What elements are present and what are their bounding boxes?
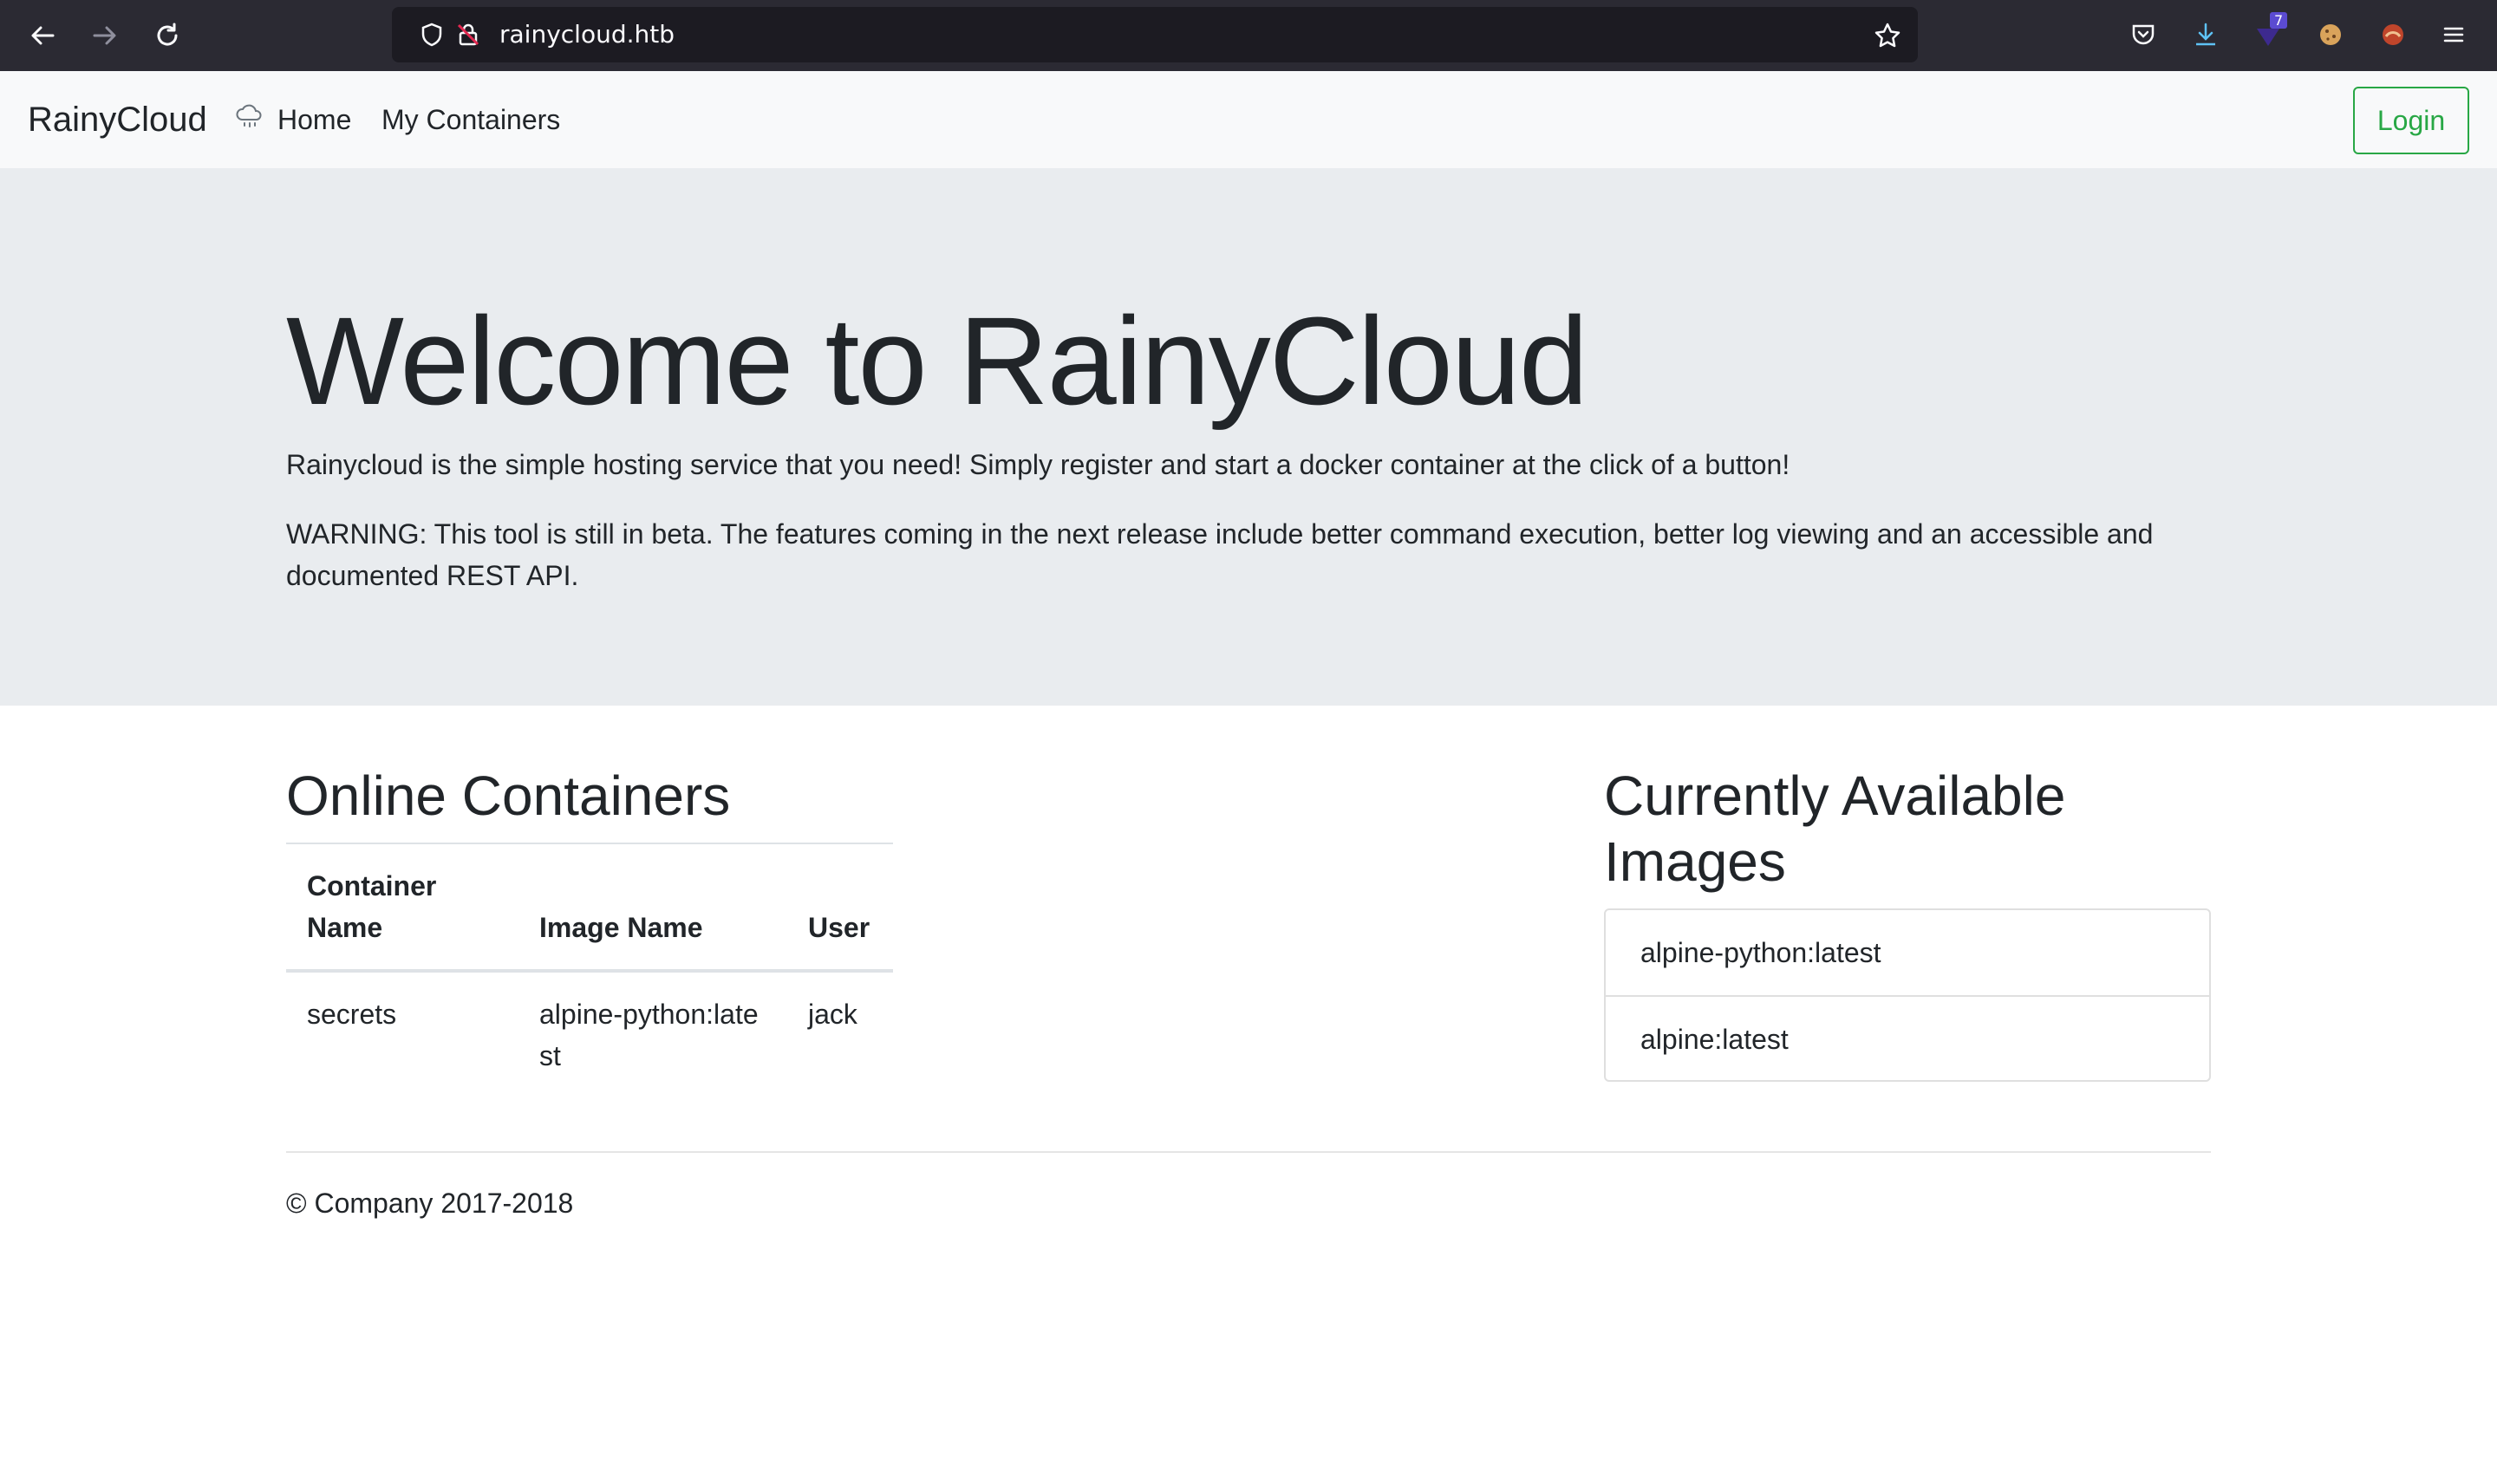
site-navbar: RainyCloud Home My Containers Login: [0, 71, 2497, 168]
cloud-icon: [234, 101, 265, 139]
online-containers-title: Online Containers: [286, 765, 731, 827]
login-button[interactable]: Login: [2353, 87, 2469, 154]
containers-table: Container Name Image Name User secrets a…: [286, 843, 893, 1097]
shield-icon[interactable]: [420, 23, 444, 47]
column-header-user: User: [787, 843, 893, 973]
pocket-icon[interactable]: [2124, 16, 2162, 54]
footer-divider: [286, 1151, 2211, 1153]
bookmark-star-icon[interactable]: [1874, 23, 1900, 48]
brand-link[interactable]: RainyCloud: [28, 71, 207, 168]
column-header-image-name: Image Name: [518, 843, 787, 973]
download-icon[interactable]: [2187, 16, 2225, 54]
nav-my-containers-link[interactable]: My Containers: [381, 71, 560, 168]
available-images-title: Currently Available Images: [1604, 765, 2066, 893]
cookie-extension-icon[interactable]: [2311, 16, 2350, 54]
table-header-row: Container Name Image Name User: [286, 843, 893, 973]
cell-user: jack: [808, 999, 857, 1030]
avatar-extension-icon[interactable]: [2374, 16, 2412, 54]
hero-warning: WARNING: This tool is still in beta. The…: [286, 518, 2154, 591]
nav-home-link[interactable]: Home: [234, 71, 351, 168]
address-bar[interactable]: rainycloud.htb: [392, 7, 1918, 62]
extension-icon[interactable]: 7: [2249, 12, 2288, 54]
list-item: alpine:latest: [1606, 995, 2209, 1080]
url-text[interactable]: rainycloud.htb: [499, 7, 675, 62]
cell-container-name: secrets: [307, 999, 397, 1030]
hero-lead: Rainycloud is the simple hosting service…: [286, 449, 1790, 480]
extension-badge: 7: [2270, 12, 2288, 29]
list-item: alpine-python:latest: [1640, 937, 1881, 968]
nav-home-label: Home: [277, 103, 352, 135]
column-header-container-name: Container Name: [286, 843, 518, 973]
insecure-lock-icon[interactable]: [456, 23, 480, 47]
cell-image-name: alpine-python:latest: [539, 999, 759, 1071]
forward-icon[interactable]: [85, 16, 125, 55]
back-icon[interactable]: [23, 16, 62, 55]
images-list: alpine-python:latest alpine:latest: [1604, 908, 2211, 1082]
menu-icon[interactable]: [2435, 16, 2473, 54]
hero-title: Welcome to RainyCloud: [286, 291, 1588, 431]
table-row: secrets alpine-python:latest jack: [286, 971, 893, 1097]
hero-jumbotron: Welcome to RainyCloud Rainycloud is the …: [0, 168, 2497, 706]
browser-toolbar: rainycloud.htb 7: [0, 0, 2497, 71]
footer-copyright: © Company 2017-2018: [286, 1188, 574, 1219]
reload-icon[interactable]: [147, 16, 187, 55]
